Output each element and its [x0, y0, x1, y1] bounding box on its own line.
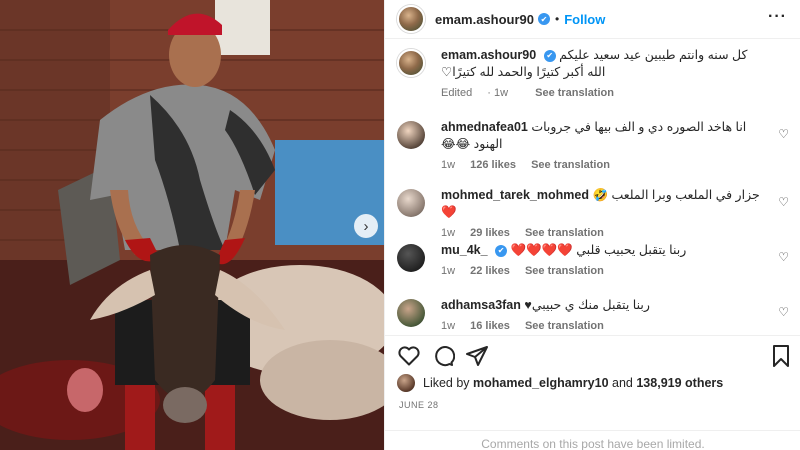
- post-image: [0, 0, 384, 450]
- see-translation-link[interactable]: See translation: [531, 159, 610, 171]
- comment-like-icon[interactable]: ♡: [778, 127, 789, 141]
- verified-badge-icon: ✔: [495, 244, 508, 257]
- comment-age: 1w: [441, 227, 456, 239]
- liked-by-prefix: Liked by: [423, 376, 470, 390]
- commenter-avatar[interactable]: [397, 121, 425, 149]
- commenter-avatar[interactable]: [397, 299, 425, 327]
- liker-username[interactable]: mohamed_elghamry10: [473, 376, 608, 390]
- comment-icon[interactable]: [431, 344, 455, 368]
- see-translation-link[interactable]: See translation: [525, 265, 604, 277]
- comment-age: 1w: [441, 265, 456, 277]
- post-date[interactable]: JUNE 28: [399, 400, 439, 410]
- comment-text: ربنا يتقبل يحبيب قلبي ❤️❤️❤️❤️: [510, 243, 687, 257]
- separator-dot: •: [555, 12, 560, 26]
- author-avatar[interactable]: [397, 5, 425, 33]
- heart-icon[interactable]: [397, 344, 421, 368]
- liker-avatar[interactable]: [397, 374, 415, 392]
- verified-badge-icon: ✔: [538, 13, 550, 25]
- comment-like-icon[interactable]: ♡: [778, 195, 789, 209]
- see-translation-link[interactable]: See translation: [525, 320, 604, 332]
- post-details-panel: emam.ashour90 ✔ • Follow ··· emam.ashour…: [384, 0, 800, 450]
- post-photo[interactable]: ›: [0, 0, 384, 450]
- edited-label: Edited · 1w: [441, 87, 509, 99]
- comments-limited-notice: Comments on this post have been limited.: [385, 430, 800, 450]
- comment-like-icon[interactable]: ♡: [778, 305, 789, 319]
- author-username[interactable]: emam.ashour90: [435, 12, 534, 27]
- comment-likes[interactable]: 29 likes: [470, 227, 510, 239]
- comment-like-icon[interactable]: ♡: [778, 250, 789, 264]
- next-image-button[interactable]: ›: [354, 214, 378, 238]
- share-icon[interactable]: [465, 344, 489, 368]
- comment-likes[interactable]: 22 likes: [470, 265, 510, 277]
- caption-username[interactable]: emam.ashour90: [441, 48, 536, 62]
- comments-list[interactable]: emam.ashour90 ✔ كل سنه وانتم طيبين عيد س…: [385, 38, 800, 335]
- see-translation-link[interactable]: See translation: [535, 87, 614, 99]
- comment-likes[interactable]: 126 likes: [470, 159, 516, 171]
- comment-age: 1w: [441, 320, 456, 332]
- comment-username[interactable]: mu_4k_: [441, 243, 488, 257]
- follow-button[interactable]: Follow: [564, 12, 605, 27]
- verified-badge-icon: ✔: [543, 49, 556, 62]
- see-translation-link[interactable]: See translation: [525, 227, 604, 239]
- likes-count[interactable]: 138,919 others: [636, 376, 723, 390]
- comment-text: ربنا يتقبل منك ي حبيبي♥: [524, 298, 650, 312]
- likes-summary: Liked by mohamed_elghamry10 and 138,919 …: [397, 374, 723, 392]
- caption-author-avatar[interactable]: [397, 49, 425, 77]
- bookmark-icon[interactable]: [769, 344, 793, 368]
- comment-username[interactable]: mohmed_tarek_mohmed: [441, 188, 589, 202]
- liked-by-middle: and: [612, 376, 633, 390]
- comment-username[interactable]: ahmednafea01: [441, 120, 528, 134]
- commenter-avatar[interactable]: [397, 189, 425, 217]
- comment-username[interactable]: adhamsa3fan: [441, 298, 521, 312]
- comment-likes[interactable]: 16 likes: [470, 320, 510, 332]
- action-bar: [385, 335, 800, 377]
- commenter-avatar[interactable]: [397, 244, 425, 272]
- comment-age: 1w: [441, 159, 456, 171]
- more-horizontal-icon[interactable]: ···: [768, 8, 787, 26]
- post-header: emam.ashour90 ✔ • Follow ···: [385, 0, 800, 38]
